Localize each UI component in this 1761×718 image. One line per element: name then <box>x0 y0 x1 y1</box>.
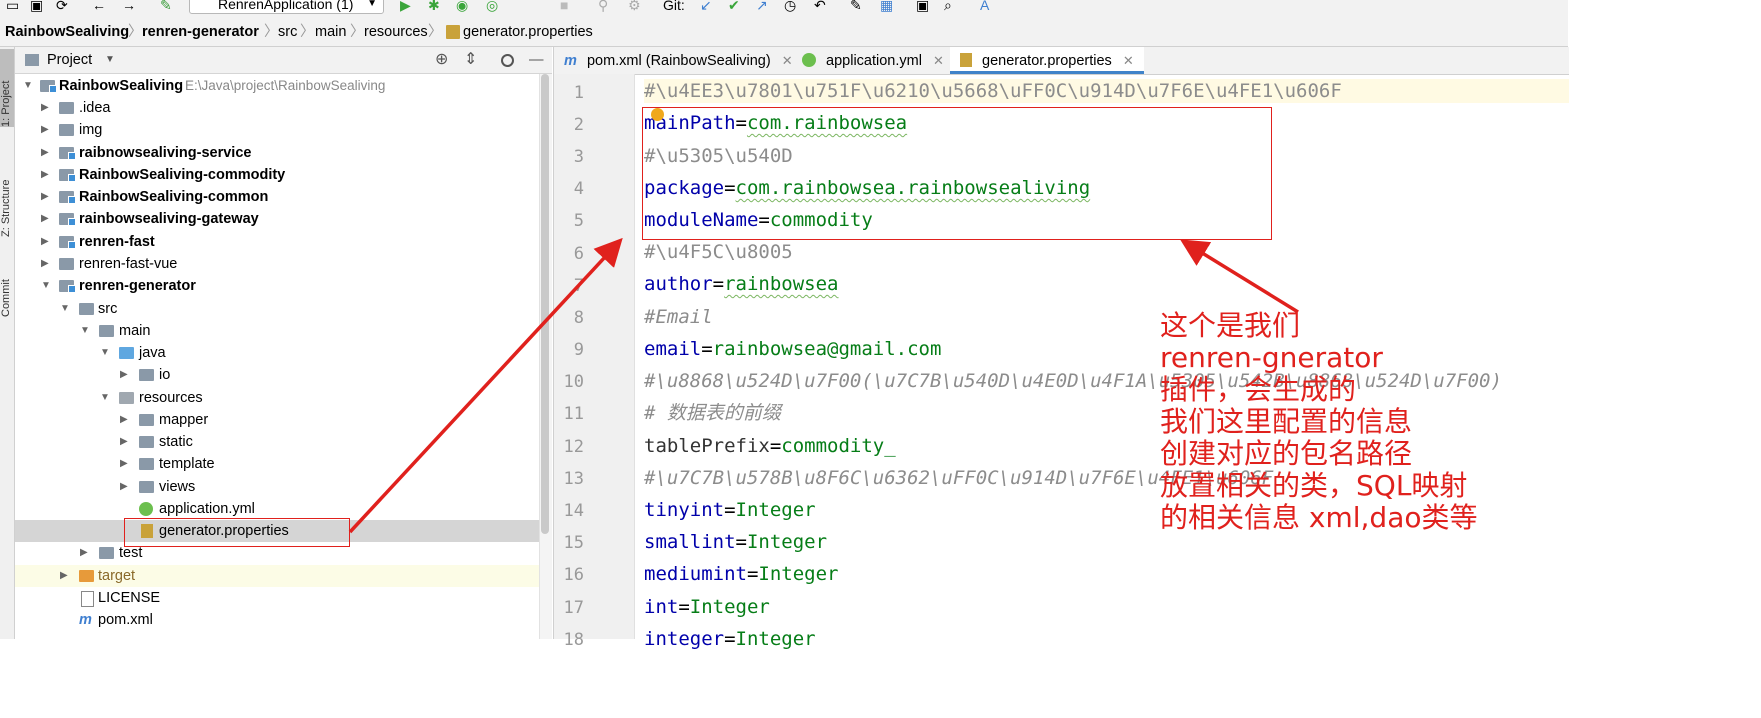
annotation-arrow <box>1180 239 1299 314</box>
annotation-line: 我们这里配置的信息 <box>1160 405 1413 438</box>
annotation-arrow <box>348 237 623 534</box>
annotation-line: 插件，会生成的 <box>1160 373 1357 406</box>
annotation-note: 这个是我们 renren-gnerator 插件，会生成的 我们这里配置的信息 … <box>1160 310 1478 534</box>
annotation-line: 放置相关的类，SQL映射 <box>1160 469 1468 502</box>
annotation-line: 的相关信息 xml,dao类等 <box>1160 501 1478 534</box>
annotation-line: 这个是我们 <box>1160 309 1301 342</box>
annotation-line: renren-gnerator <box>1160 341 1383 374</box>
annotation-line: 创建对应的包名路径 <box>1160 437 1413 470</box>
